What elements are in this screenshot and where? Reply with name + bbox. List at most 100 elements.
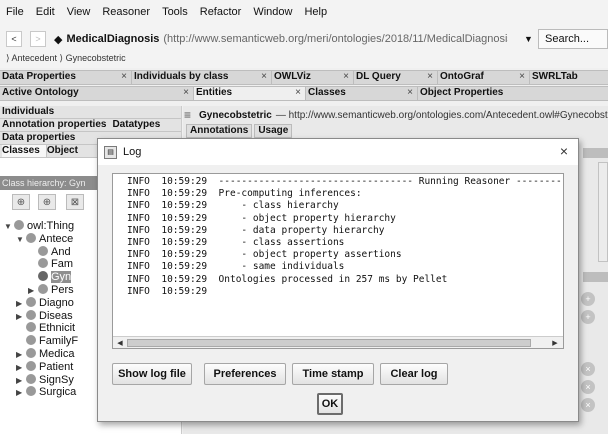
tree-node[interactable]: ▶ Patient xyxy=(4,360,78,375)
delete-class-icon[interactable]: ⊠ xyxy=(66,194,84,210)
tab-owlviz[interactable]: OWLViz × xyxy=(272,71,354,84)
tab-active-ontology[interactable]: Active Ontology × xyxy=(0,87,194,100)
back-button[interactable]: < xyxy=(6,31,22,47)
tab-usage[interactable]: Usage xyxy=(254,124,293,138)
class-circle-icon xyxy=(26,309,36,320)
collapsed-arrow-icon[interactable]: ▶ xyxy=(16,349,26,362)
forward-button[interactable]: > xyxy=(30,31,46,47)
collapsed-arrow-icon[interactable]: ▶ xyxy=(16,298,26,311)
menu-tools[interactable]: Tools xyxy=(162,6,188,18)
log-time: 10:59:29 xyxy=(161,261,208,273)
dropdown-arrow-icon[interactable]: ▼ xyxy=(524,34,533,44)
collapsed-arrow-icon[interactable]: ▶ xyxy=(28,285,38,298)
tree-node[interactable]: Fam xyxy=(4,258,78,271)
tree-node[interactable]: And xyxy=(4,245,78,259)
tab-entities[interactable]: Entities × xyxy=(194,87,306,100)
close-icon[interactable]: × xyxy=(121,71,127,82)
expanded-arrow-icon[interactable]: ▼ xyxy=(16,234,26,247)
remove-icon-3[interactable]: × xyxy=(581,398,595,412)
menu-file[interactable]: File xyxy=(6,6,24,18)
clear-log-button[interactable]: Clear log xyxy=(380,363,448,385)
tab-data-properties[interactable]: Data Properties × xyxy=(0,71,132,84)
log-message: - object property hierarchy xyxy=(207,212,396,224)
collapsed-arrow-icon[interactable]: ▶ xyxy=(16,387,26,400)
tab-swrltab[interactable]: SWRLTab xyxy=(530,71,608,84)
tab-classes-left[interactable]: Classes xyxy=(2,145,47,157)
tree-node[interactable]: ▼ owl:Thing xyxy=(4,220,78,233)
log-message: - object property assertions xyxy=(207,249,402,261)
class-circle-icon xyxy=(26,386,36,397)
expanded-arrow-icon[interactable]: ▼ xyxy=(4,221,14,234)
add-icon[interactable]: + xyxy=(581,292,595,306)
preferences-button[interactable]: Preferences xyxy=(204,363,286,385)
window-controls-2[interactable] xyxy=(583,272,608,282)
tab-object-left[interactable]: Object xyxy=(47,145,84,157)
menu-reasoner[interactable]: Reasoner xyxy=(102,6,150,18)
menu-help[interactable]: Help xyxy=(304,6,327,18)
close-icon[interactable]: × xyxy=(343,71,349,82)
scroll-thumb[interactable] xyxy=(127,339,531,347)
scroll-left-icon[interactable]: ◀ xyxy=(114,338,126,348)
time-stamp-button[interactable]: Time stamp xyxy=(292,363,374,385)
horizontal-scrollbar[interactable]: ◀ ▶ xyxy=(113,336,563,348)
log-time: 10:59:29 xyxy=(161,237,208,249)
tree-node[interactable]: ▶ Medica xyxy=(4,347,78,362)
menu-window[interactable]: Window xyxy=(253,6,292,18)
tab-individuals[interactable]: Individuals xyxy=(2,106,60,118)
menu-lines-icon[interactable]: ≡ xyxy=(184,108,191,122)
scroll-right-icon[interactable]: ▶ xyxy=(549,338,561,348)
tree-node[interactable]: FamilyF xyxy=(4,335,78,348)
collapsed-arrow-icon[interactable]: ▶ xyxy=(16,362,26,375)
log-message: - data property hierarchy xyxy=(207,224,385,236)
close-icon[interactable]: × xyxy=(407,87,413,98)
tab-classes[interactable]: Classes × xyxy=(306,87,418,100)
tree-node[interactable]: ▶ Pers xyxy=(4,283,78,298)
vertical-scrollbar[interactable] xyxy=(598,162,608,262)
log-message: Pre-computing inferences: xyxy=(207,188,362,200)
tree-node-label: And xyxy=(51,245,71,258)
class-hierarchy-header: Class hierarchy: Gyn xyxy=(0,176,100,190)
close-icon[interactable]: × xyxy=(560,143,568,159)
close-icon[interactable]: × xyxy=(261,71,267,82)
tab-annotation-properties[interactable]: Annotation properties xyxy=(2,119,112,131)
tree-node[interactable]: ▶ SignSy xyxy=(4,373,78,387)
ok-button[interactable]: OK xyxy=(317,393,343,415)
ontology-iri-field[interactable]: ◆ MedicalDiagnosis (http://www.semanticw… xyxy=(54,30,508,48)
close-icon[interactable]: × xyxy=(427,71,433,82)
tab-datatypes[interactable]: Datatypes xyxy=(112,119,166,131)
log-level: INFO xyxy=(127,273,150,285)
tab-annotations[interactable]: Annotations xyxy=(186,124,253,138)
add-sibling-icon[interactable]: ⊕ xyxy=(38,194,56,210)
tab-object-properties[interactable]: Object Properties xyxy=(418,87,608,100)
tree-node[interactable]: Gyn xyxy=(4,271,78,284)
tree-node[interactable]: Ethnicit xyxy=(4,322,78,335)
log-line: INFO 10:59:29 - same individuals xyxy=(127,261,563,273)
tree-node[interactable]: ▶ Surgica xyxy=(4,386,78,399)
tab-data-properties-left[interactable]: Data properties xyxy=(2,132,81,144)
log-time: 10:59:29 xyxy=(161,249,208,261)
log-time: 10:59:29 xyxy=(161,224,208,236)
menu-view[interactable]: View xyxy=(67,6,91,18)
menu-refactor[interactable]: Refactor xyxy=(200,6,242,18)
tree-node[interactable]: ▼ Antece xyxy=(4,232,78,247)
log-text-area[interactable]: INFO 10:59:29 --------------------------… xyxy=(112,173,564,349)
close-icon[interactable]: × xyxy=(519,71,525,82)
log-output: INFO 10:59:29 --------------------------… xyxy=(113,176,563,336)
add-subclass-icon[interactable]: ⊕ xyxy=(12,194,30,210)
close-icon[interactable]: × xyxy=(183,87,189,98)
tab-ontograf[interactable]: OntoGraf × xyxy=(438,71,530,84)
search-button[interactable]: Search... xyxy=(538,29,608,49)
menu-edit[interactable]: Edit xyxy=(36,6,55,18)
window-controls[interactable] xyxy=(583,148,608,158)
tab-individuals-by-class[interactable]: Individuals by class × xyxy=(132,71,272,84)
add-icon-2[interactable]: + xyxy=(581,310,595,324)
close-icon[interactable]: × xyxy=(295,87,301,98)
show-log-file-button[interactable]: Show log file xyxy=(112,363,192,385)
class-circle-icon xyxy=(38,258,48,269)
class-circle-icon xyxy=(14,220,24,230)
remove-icon[interactable]: × xyxy=(581,362,595,376)
remove-icon-2[interactable]: × xyxy=(581,380,595,394)
tree-node[interactable]: ▶ Diagno xyxy=(4,296,78,311)
tab-dl-query[interactable]: DL Query × xyxy=(354,71,438,84)
tree-node[interactable]: ▶ Diseas xyxy=(4,309,78,323)
